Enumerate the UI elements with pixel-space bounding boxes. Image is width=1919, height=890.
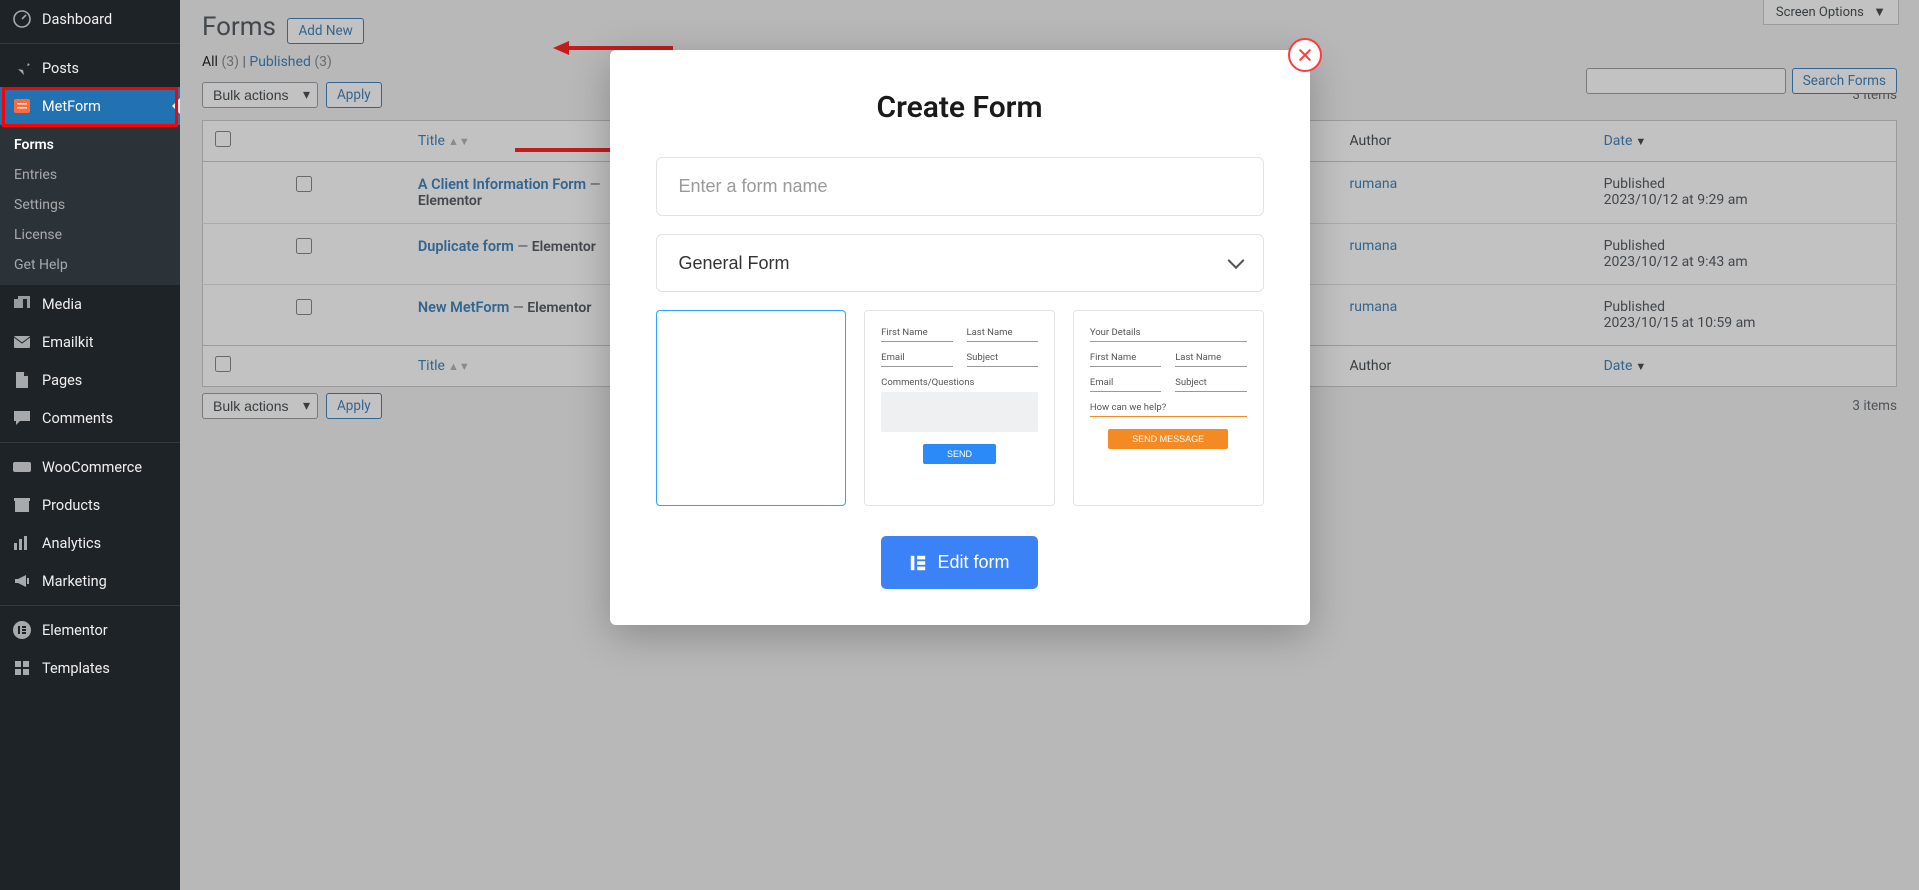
submenu-entries[interactable]: Entries	[0, 160, 180, 190]
sidebar-item-analytics[interactable]: Analytics	[0, 524, 180, 562]
pages-icon	[12, 370, 32, 390]
form-name-input[interactable]	[656, 157, 1264, 216]
sidebar-label: Comments	[42, 410, 113, 427]
sidebar-label: Products	[42, 497, 100, 514]
elementor-icon	[909, 554, 927, 572]
sidebar-item-woocommerce[interactable]: WooCommerce	[0, 448, 180, 486]
templates-icon	[12, 658, 32, 678]
template-gallery: First Name Last Name Email Subject Comme…	[656, 310, 1264, 506]
sidebar-item-comments[interactable]: Comments	[0, 399, 180, 437]
create-form-modal: Create Form General Form First Name Last…	[610, 50, 1310, 625]
mail-icon	[12, 332, 32, 352]
submenu-get-help[interactable]: Get Help	[0, 250, 180, 280]
submenu-license[interactable]: License	[0, 220, 180, 250]
edit-form-button[interactable]: Edit form	[881, 536, 1037, 589]
sidebar-label: Emailkit	[42, 334, 94, 351]
sidebar-label: Posts	[42, 60, 79, 77]
active-caret-icon	[172, 98, 180, 114]
sidebar-label: MetForm	[42, 98, 101, 115]
submenu-settings[interactable]: Settings	[0, 190, 180, 220]
comments-icon	[12, 408, 32, 428]
form-type-select[interactable]: General Form	[656, 234, 1264, 292]
sidebar-item-templates[interactable]: Templates	[0, 649, 180, 687]
sidebar-item-dashboard[interactable]: Dashboard	[0, 0, 180, 38]
sidebar-item-media[interactable]: Media	[0, 285, 180, 323]
sidebar-item-pages[interactable]: Pages	[0, 361, 180, 399]
template-blank[interactable]	[656, 310, 847, 506]
woocommerce-icon	[12, 457, 32, 477]
template-preview-send: SEND	[923, 444, 996, 464]
analytics-icon	[12, 533, 32, 553]
edit-form-label: Edit form	[937, 552, 1009, 573]
sidebar-label: Dashboard	[42, 11, 112, 28]
admin-sidebar: Dashboard Posts MetForm Forms Entries Se…	[0, 0, 180, 890]
sidebar-label: Pages	[42, 372, 82, 389]
metform-icon	[12, 96, 32, 116]
sidebar-item-metform[interactable]: MetForm	[0, 87, 180, 125]
pin-icon	[12, 58, 32, 78]
sidebar-item-emailkit[interactable]: Emailkit	[0, 323, 180, 361]
modal-close-button[interactable]	[1288, 38, 1322, 72]
modal-title: Create Form	[656, 90, 1264, 125]
sidebar-item-products[interactable]: Products	[0, 486, 180, 524]
sidebar-item-marketing[interactable]: Marketing	[0, 562, 180, 600]
elementor-icon	[12, 620, 32, 640]
template-contact-1[interactable]: First Name Last Name Email Subject Comme…	[864, 310, 1055, 506]
sidebar-label: Elementor	[42, 622, 108, 639]
template-preview-send: SEND MESSAGE	[1108, 429, 1228, 449]
metform-submenu: Forms Entries Settings License Get Help	[0, 125, 180, 285]
products-icon	[12, 495, 32, 515]
sidebar-label: Analytics	[42, 535, 101, 552]
sidebar-label: Marketing	[42, 573, 107, 590]
dashboard-icon	[12, 9, 32, 29]
close-icon	[1297, 47, 1313, 63]
sidebar-item-elementor[interactable]: Elementor	[0, 611, 180, 649]
template-contact-2[interactable]: Your Details First Name Last Name Email …	[1073, 310, 1264, 506]
submenu-forms[interactable]: Forms	[0, 130, 180, 160]
sidebar-label: WooCommerce	[42, 459, 142, 476]
sidebar-label: Media	[42, 296, 82, 313]
media-icon	[12, 294, 32, 314]
megaphone-icon	[12, 571, 32, 591]
sidebar-item-posts[interactable]: Posts	[0, 49, 180, 87]
sidebar-label: Templates	[42, 660, 110, 677]
